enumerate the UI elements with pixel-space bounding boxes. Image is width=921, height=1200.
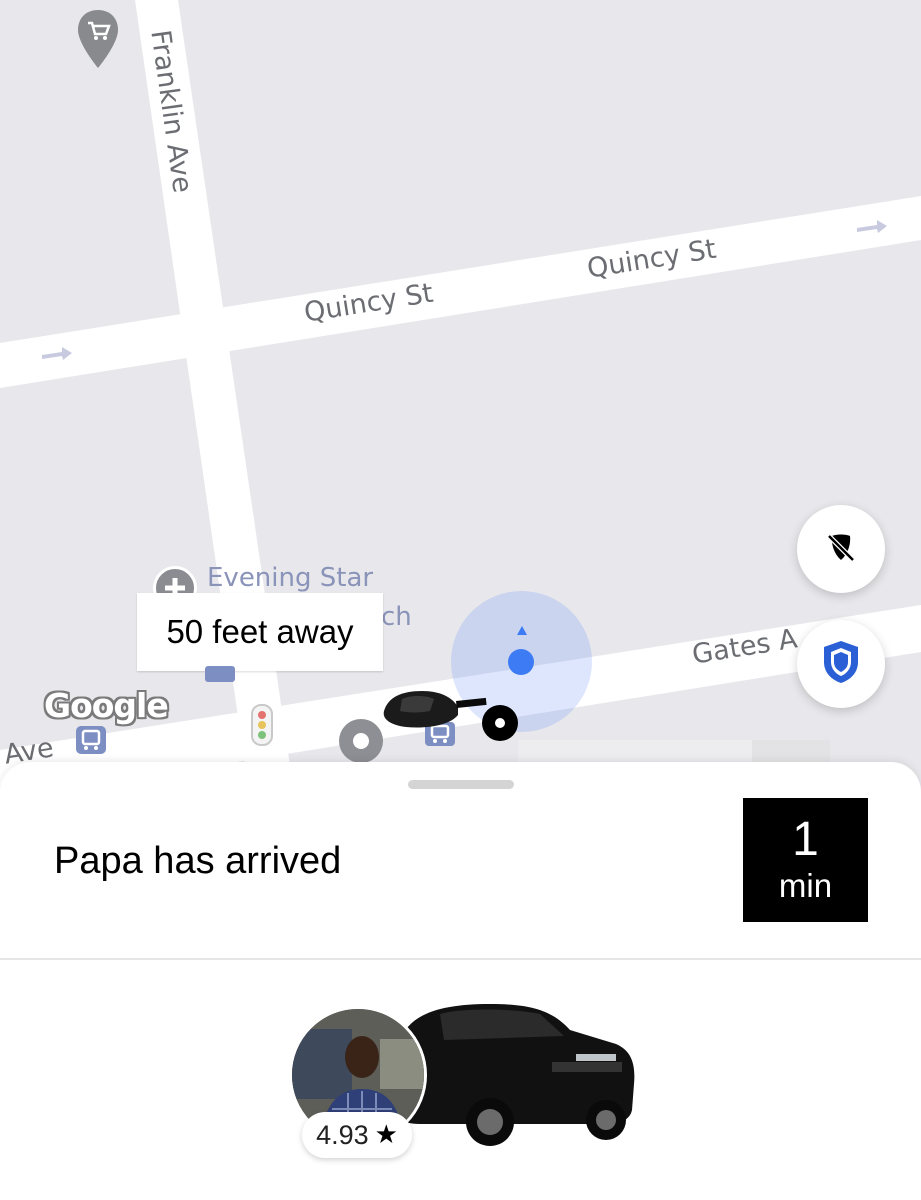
divider [0,958,921,960]
eta-badge: 1 min [743,798,868,922]
trip-bottom-sheet[interactable]: Papa has arrived 1 min 4.93 ★ [0,762,921,1200]
safety-shield-icon [819,638,863,691]
car-icon [380,685,490,740]
bus-stop-icon[interactable] [205,666,235,682]
traffic-light-icon [251,704,273,746]
location-pin-icon[interactable] [339,719,383,763]
hide-location-icon [824,530,858,569]
pickup-dot-icon [482,705,518,741]
map-view[interactable]: Franklin Ave Quincy St Quincy St Gates A… [0,0,921,800]
driver-rating-value: 4.93 [316,1119,369,1150]
google-attribution: Google [44,686,169,725]
eta-value: 1 [792,813,819,866]
driver-rating-badge: 4.93 ★ [302,1112,412,1158]
poi-label-evening-star: Evening Star [207,563,374,593]
hide-location-button[interactable] [797,505,885,593]
shopping-cart-icon[interactable] [76,8,120,75]
trip-status-title: Papa has arrived [54,840,342,882]
bus-stop-icon[interactable] [76,726,106,754]
distance-callout: 50 feet away [137,593,383,671]
eta-unit: min [778,867,833,904]
sheet-drag-handle[interactable] [408,780,514,789]
poi-label-church: ch [381,602,412,632]
star-icon: ★ [374,1120,398,1150]
safety-toolkit-button[interactable] [797,620,885,708]
